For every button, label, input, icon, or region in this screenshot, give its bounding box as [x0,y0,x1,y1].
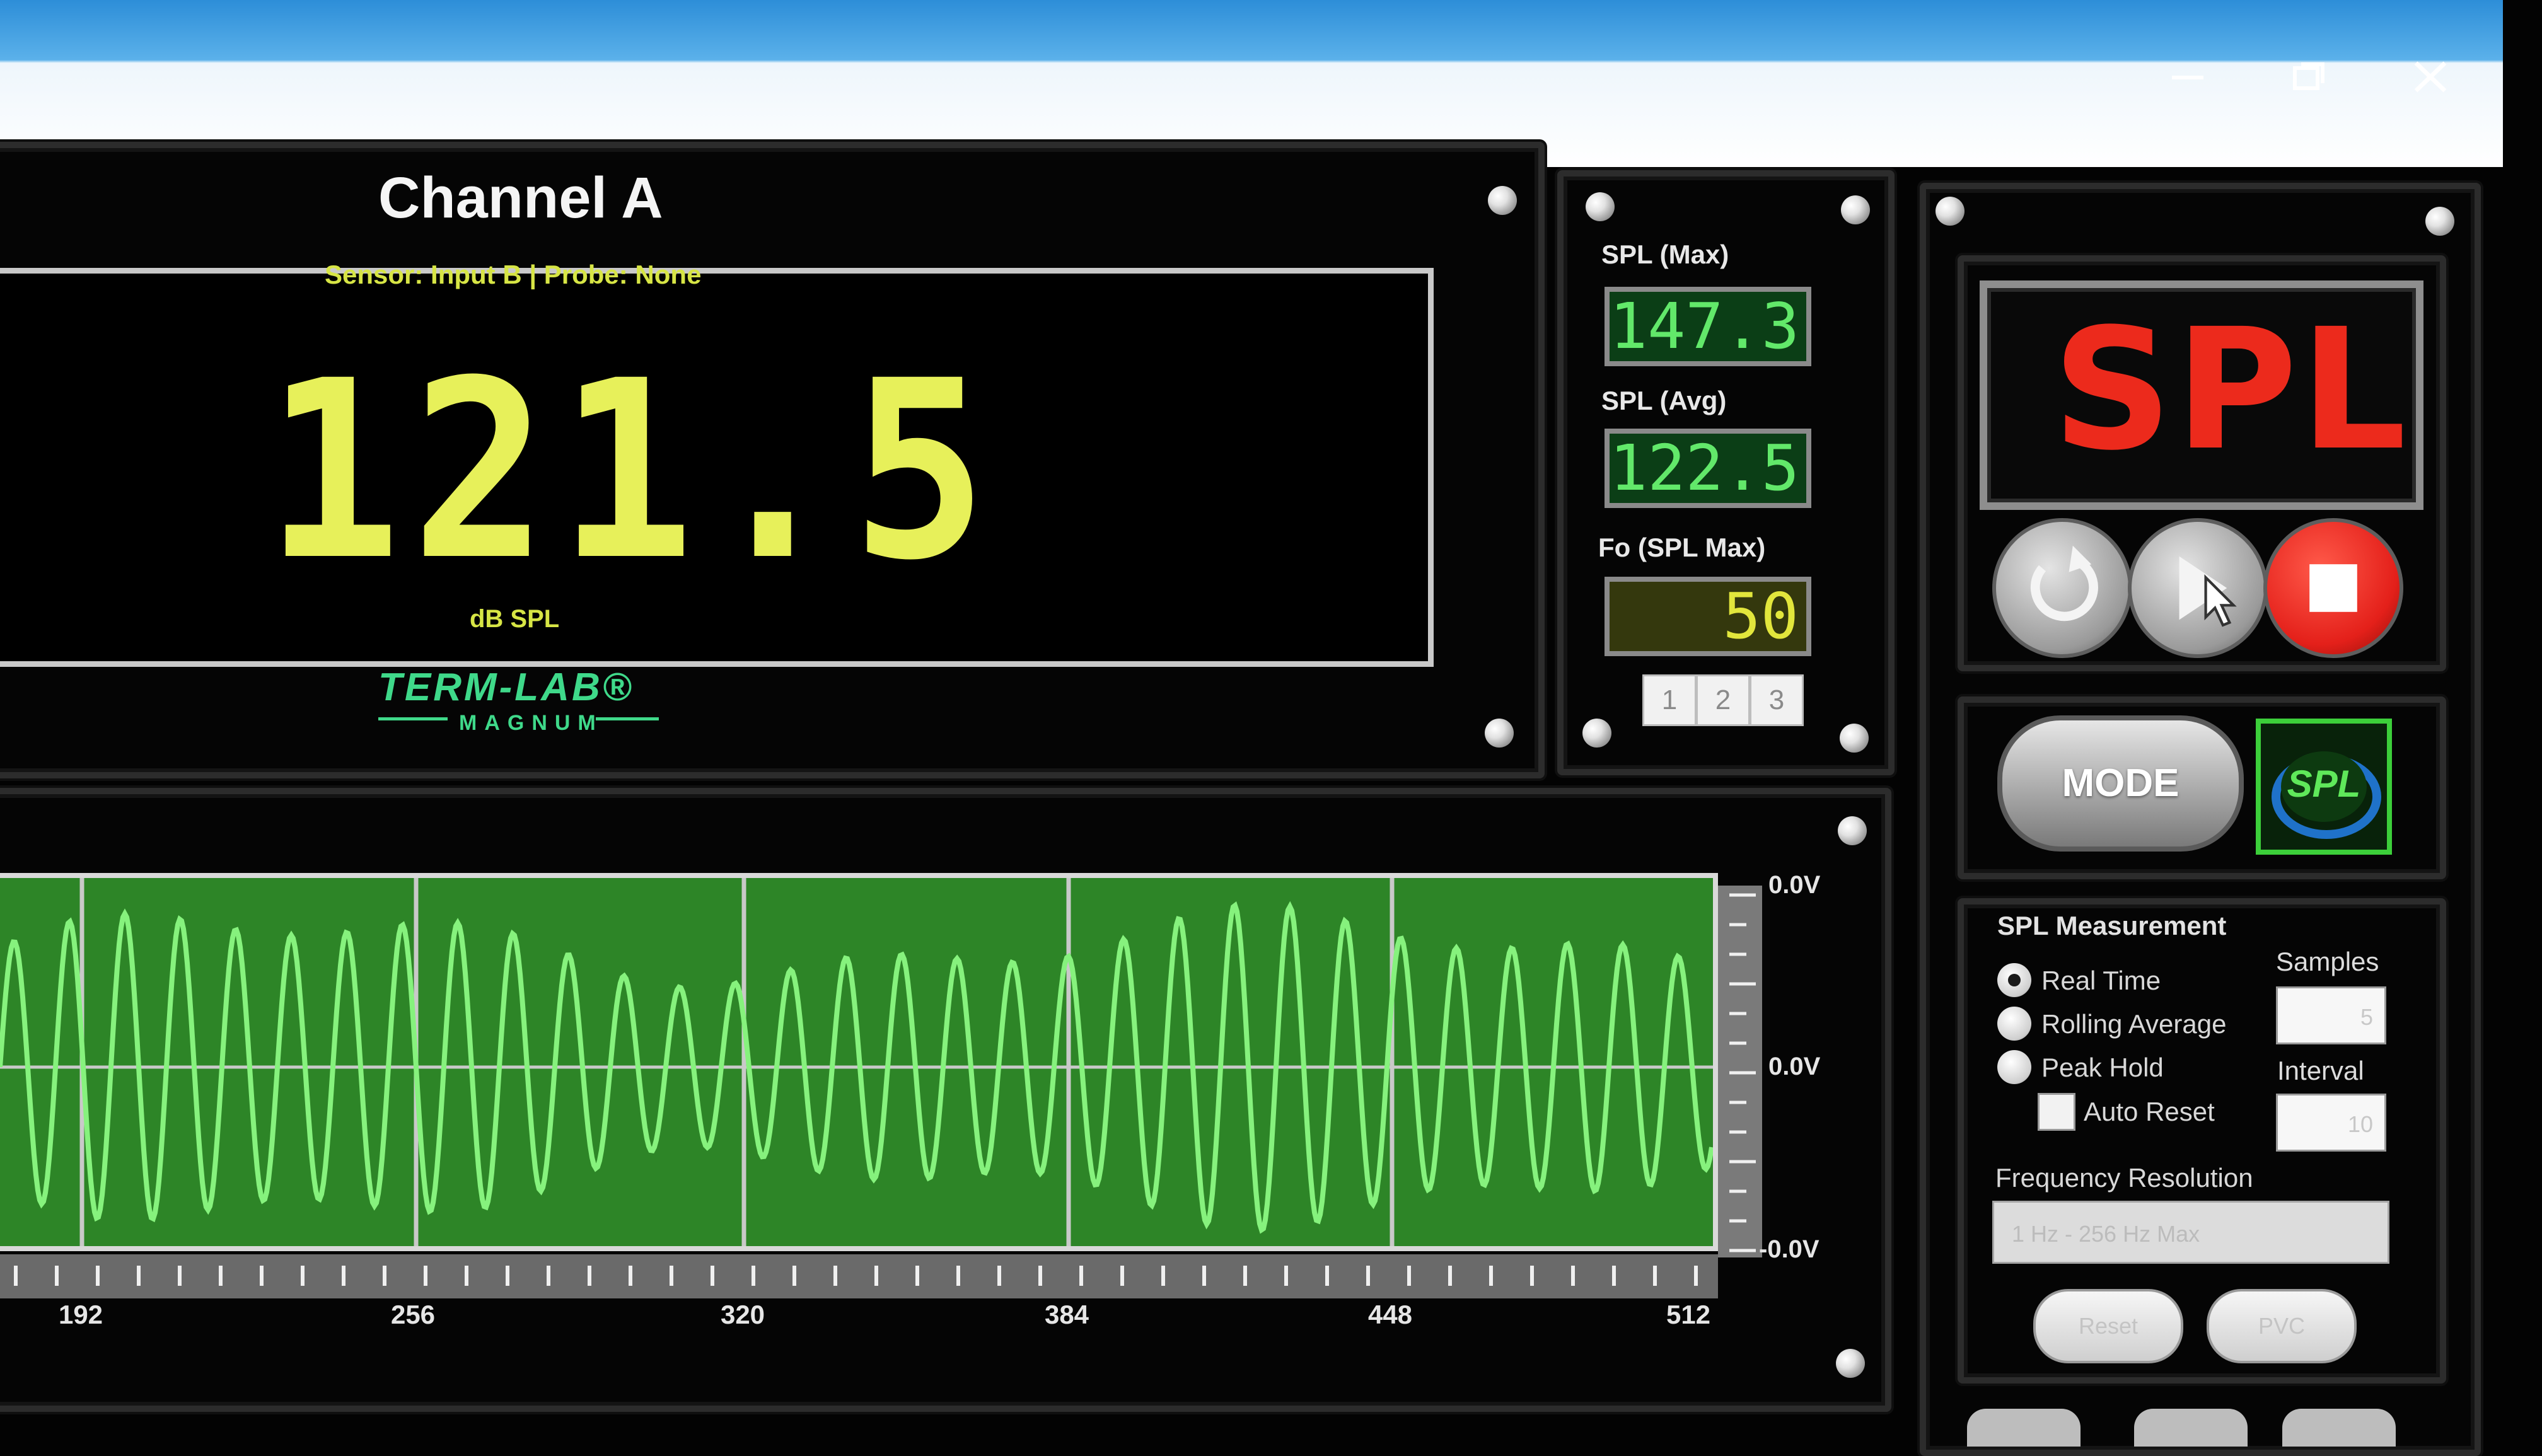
screw-icon [1840,724,1869,753]
logo-subtitle: MAGNUM [459,711,603,735]
waveform-plot [0,878,1713,1246]
page-button-2[interactable]: 2 [1696,674,1750,726]
screw-icon [1485,719,1514,748]
screw-icon [1936,197,1965,226]
screw-icon [1838,816,1867,845]
waveform-display [0,873,1718,1251]
reset-button[interactable]: Reset [2033,1289,2183,1363]
logo-underline [596,717,659,720]
samples-label: Samples [2276,947,2379,976]
fo-value: 50 [1605,577,1811,656]
pvc-button[interactable]: PVC [2207,1289,2357,1363]
spl-max-label: SPL (Max) [1601,240,1729,269]
fo-label: Fo (SPL Max) [1598,533,1766,562]
rolling-average-label: Rolling Average [2041,1009,2227,1039]
interval-label: Interval [2277,1056,2364,1085]
sensor-info: Sensor: Input B | Probe: None [325,260,702,289]
mode-display-text: SPL [2052,293,2409,487]
screw-icon [1836,1349,1865,1378]
spl-avg-value: 122.5 [1605,429,1811,508]
spl-avg-label: SPL (Avg) [1601,386,1727,415]
spl-logo-text: SPL [2287,763,2361,805]
measurement-title: SPL Measurement [1997,911,2227,940]
page-button-3[interactable]: 3 [1750,674,1804,726]
y-label-top: 0.0V [1768,871,1821,899]
screw-icon [1841,195,1870,224]
close-icon[interactable] [2396,54,2465,98]
frequency-resolution-select[interactable]: 1 Hz - 256 Hz Max [1992,1201,2389,1264]
stop-icon[interactable] [2263,518,2403,658]
x-label: 192 [58,1300,103,1329]
auto-reset-checkbox[interactable] [2038,1093,2075,1131]
samples-input[interactable]: 5 [2276,986,2386,1044]
spl-mode-logo: SPL [2256,719,2392,855]
y-label-mid: 0.0V [1768,1053,1821,1080]
spl-reading: 121.5 [265,328,998,614]
termlab-logo: TERM-LAB® [378,666,634,709]
bottom-tab [2282,1409,2396,1447]
x-label: 384 [1044,1300,1089,1329]
x-label: 448 [1367,1300,1413,1329]
page-button-1[interactable]: 1 [1642,674,1697,726]
x-label: 512 [1666,1300,1711,1329]
spl-max-value: 147.3 [1605,287,1811,366]
peak-hold-label: Peak Hold [2041,1053,2164,1082]
screw-icon [1586,192,1615,221]
real-time-radio[interactable] [1997,963,2031,997]
real-time-label: Real Time [2041,966,2161,995]
screw-icon [2425,207,2454,236]
x-axis-scale [0,1254,1718,1298]
maximize-icon[interactable] [2273,54,2342,98]
minimize-icon[interactable] [2153,54,2222,98]
frequency-resolution-label: Frequency Resolution [1995,1163,2253,1193]
y-label-bottom: -0.0V [1759,1235,1819,1263]
logo-underline [378,717,448,720]
channel-title: Channel A [378,166,663,230]
interval-input[interactable]: 10 [2276,1094,2386,1152]
y-axis-scale [1718,886,1762,1257]
rolling-average-radio[interactable] [1997,1007,2031,1041]
play-icon[interactable] [2128,518,2268,658]
peak-hold-radio[interactable] [1997,1050,2031,1084]
bottom-tab [2134,1409,2248,1447]
reading-unit: dB SPL [470,605,560,633]
mode-button[interactable]: MODE [1997,715,2244,852]
screw-icon [1488,186,1517,215]
bottom-tab [1967,1409,2081,1447]
x-label: 256 [390,1300,436,1329]
reset-icon[interactable] [1992,518,2132,658]
auto-reset-label: Auto Reset [2084,1097,2215,1126]
x-label: 320 [720,1300,765,1329]
screw-icon [1582,719,1611,748]
